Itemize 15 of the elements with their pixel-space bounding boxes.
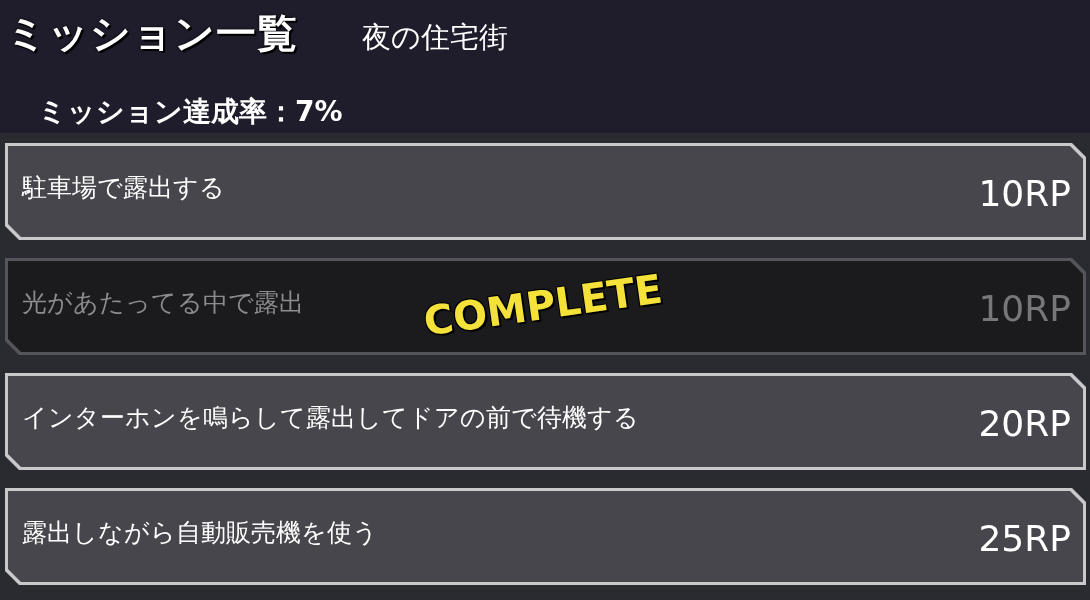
reward-points: 10RP [978, 173, 1071, 214]
reward-points: 10RP [978, 288, 1071, 329]
reward-points: 20RP [978, 403, 1071, 444]
screen-title: ミッション一覧 [6, 9, 298, 58]
mission-name: 露出しながら自動販売機を使う [22, 517, 378, 549]
mission-row[interactable]: インターホンを鳴らして露出してドアの前で待機する 20RP [5, 373, 1086, 470]
mission-row[interactable]: 露出しながら自動販売機を使う 25RP [5, 488, 1086, 585]
area-name: 夜の住宅街 [362, 19, 508, 56]
mission-name: インターホンを鳴らして露出してドアの前で待機する [22, 402, 639, 434]
complete-label: COMPLETE [420, 265, 665, 345]
mission-row[interactable]: 駐車場で露出する 10RP [5, 143, 1086, 240]
completion-rate: ミッション達成率：7% [38, 94, 343, 130]
reward-points: 25RP [978, 518, 1071, 559]
mission-name: 駐車場で露出する [22, 172, 225, 204]
mission-name: 光があたってる中で露出 [22, 287, 304, 319]
